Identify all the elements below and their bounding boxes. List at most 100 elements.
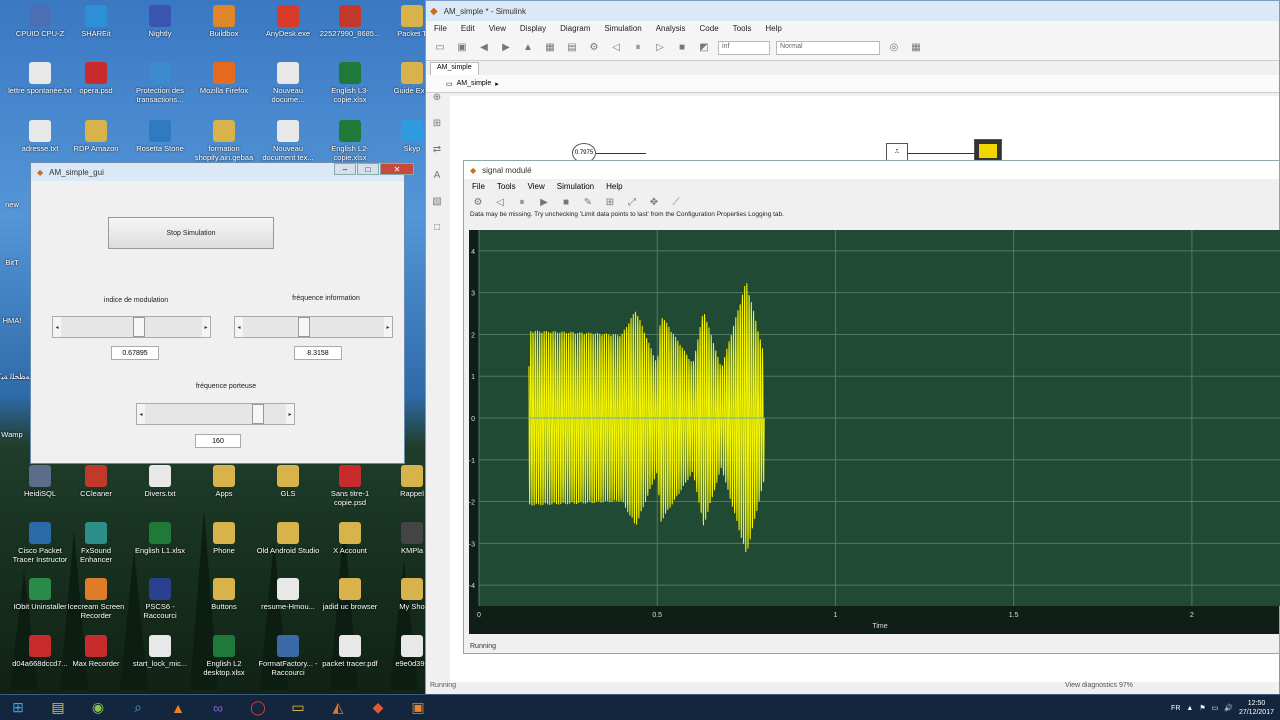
explorer-icon[interactable]: ▤: [40, 696, 76, 720]
desktop-icon[interactable]: CCleaner: [64, 465, 128, 498]
slider-thumb[interactable]: [298, 317, 311, 337]
arrow-icon[interactable]: ⇄: [429, 141, 445, 157]
language-indicator[interactable]: FR: [1171, 705, 1180, 712]
android-icon[interactable]: ◉: [80, 696, 116, 720]
menu-item-analysis[interactable]: Analysis: [656, 24, 686, 33]
menu-item-file[interactable]: File: [434, 24, 447, 33]
forward-icon[interactable]: ▶: [498, 40, 514, 56]
desktop-icon[interactable]: SHAREit: [64, 5, 128, 38]
desktop-icon[interactable]: Apps: [192, 465, 256, 498]
slider-right-icon[interactable]: ▸: [384, 317, 392, 337]
desktop-icon[interactable]: Icecream Screen Recorder: [64, 578, 128, 620]
menu-item-tools[interactable]: Tools: [733, 24, 752, 33]
save-icon[interactable]: ▣: [454, 40, 470, 56]
slider-left-icon[interactable]: ◂: [53, 317, 61, 337]
highlight-icon[interactable]: ✎: [580, 194, 596, 210]
desktop-icon[interactable]: Buildbox: [192, 5, 256, 38]
modulation-slider[interactable]: ◂ ▸: [52, 316, 211, 338]
info-frequency-slider[interactable]: ◂ ▸: [234, 316, 393, 338]
visual-studio-icon[interactable]: ∞: [200, 696, 236, 720]
desktop-icon[interactable]: Divers.txt: [128, 465, 192, 498]
info-frequency-value[interactable]: 8.3158: [294, 346, 342, 360]
pause-icon[interactable]: ⏸: [514, 194, 530, 210]
close-button[interactable]: ✕: [380, 163, 414, 175]
zoom-icon[interactable]: ⊞: [602, 194, 618, 210]
desktop-icon[interactable]: Nightly: [128, 5, 192, 38]
pulse-block[interactable]: ⎍: [886, 143, 908, 161]
view-diagnostics[interactable]: View diagnostics 97%: [1065, 682, 1133, 689]
breadcrumb-model[interactable]: AM_simple: [457, 80, 492, 87]
desktop-icon[interactable]: Rosetta Stone: [128, 120, 192, 153]
desktop-icon[interactable]: English L2-copie.xlsx: [318, 120, 382, 162]
scope-titlebar[interactable]: ◆ signal modulé: [464, 161, 1279, 179]
menu-item-help[interactable]: Help: [606, 182, 622, 191]
desktop-icon[interactable]: 22527990_8685...: [318, 5, 382, 38]
slider-thumb[interactable]: [133, 317, 146, 337]
minimize-button[interactable]: –: [334, 163, 356, 175]
desktop-icon[interactable]: English L1.xlsx: [128, 522, 192, 555]
desktop-icon[interactable]: lettre spontanée.txt: [8, 62, 72, 95]
desktop-icon[interactable]: d04a668dccd7...: [8, 635, 72, 668]
vlc2-icon[interactable]: ▣: [400, 696, 436, 720]
scope-plot[interactable]: 4 3 2 1 0 -1 -2 -3 -4 0 0.5 1 1.5 2 Time: [469, 230, 1280, 634]
menu-item-edit[interactable]: Edit: [461, 24, 475, 33]
clock[interactable]: 12:50 27/12/2017: [1239, 699, 1274, 717]
desktop-icon[interactable]: Cisco Packet Tracer Instructor: [8, 522, 72, 564]
menu-item-simulation[interactable]: Simulation: [604, 24, 641, 33]
desktop-icon[interactable]: RDP Amazon: [64, 120, 128, 153]
fit-view-icon[interactable]: ⊞: [429, 115, 445, 131]
carrier-frequency-value[interactable]: 160: [195, 434, 241, 448]
desktop-icon[interactable]: FxSound Enhancer: [64, 522, 128, 564]
grid-icon[interactable]: ▦: [908, 40, 924, 56]
cursor-icon[interactable]: ✥: [646, 194, 662, 210]
stop-time-input[interactable]: inf: [718, 40, 770, 55]
network-icon[interactable]: ▭: [1212, 704, 1219, 712]
desktop-icon[interactable]: X Account: [318, 522, 382, 555]
check-icon[interactable]: ◎: [886, 40, 902, 56]
step-back-icon[interactable]: ◁: [492, 194, 508, 210]
desktop-icon[interactable]: formation shopify.ain.gebaa: [192, 120, 256, 162]
up-icon[interactable]: ▲: [520, 40, 536, 56]
menu-item-display[interactable]: Display: [520, 24, 546, 33]
measure-icon[interactable]: ⟋: [668, 194, 684, 210]
annotation-icon[interactable]: A: [429, 167, 445, 183]
stop-icon[interactable]: ■: [674, 40, 690, 56]
settings-icon[interactable]: ⚙: [470, 194, 486, 210]
desktop-icon[interactable]: IObit Uninstaller: [8, 578, 72, 611]
slider-right-icon[interactable]: ▸: [202, 317, 210, 337]
search-icon[interactable]: ⌕: [120, 696, 156, 720]
slider-left-icon[interactable]: ◂: [235, 317, 243, 337]
step-forward-icon[interactable]: ▷: [652, 40, 668, 56]
desktop-icon[interactable]: jadid uc browser: [318, 578, 382, 611]
play-icon[interactable]: ▶: [536, 194, 552, 210]
tray-up-icon[interactable]: ▲: [1186, 705, 1193, 712]
menu-item-file[interactable]: File: [472, 182, 485, 191]
desktop-icon[interactable]: HeidiSQL: [8, 465, 72, 498]
volume-icon[interactable]: 🔊: [1224, 704, 1233, 712]
library-icon[interactable]: ▤: [564, 40, 580, 56]
desktop-icon[interactable]: PSCS6 - Raccourci: [128, 578, 192, 620]
record-icon[interactable]: ◩: [696, 40, 712, 56]
desktop-icon[interactable]: CPUID CPU-Z: [8, 5, 72, 38]
vlc-icon[interactable]: ▲: [160, 696, 196, 720]
simulink-titlebar[interactable]: ◆ AM_simple * - Simulink: [426, 1, 1279, 21]
desktop-icon[interactable]: packet tracer.pdf: [318, 635, 382, 668]
menu-item-view[interactable]: View: [528, 182, 545, 191]
stop-icon[interactable]: ■: [558, 194, 574, 210]
menu-item-help[interactable]: Help: [765, 24, 781, 33]
desktop-icon[interactable]: Buttons: [192, 578, 256, 611]
pause-icon[interactable]: ⏸: [630, 40, 646, 56]
step-back-icon[interactable]: ◁: [608, 40, 624, 56]
folder-icon[interactable]: ▭: [280, 696, 316, 720]
menu-item-simulation[interactable]: Simulation: [557, 182, 594, 191]
stop-simulation-button[interactable]: Stop Simulation: [108, 217, 274, 249]
desktop-icon[interactable]: adresse.txt: [8, 120, 72, 153]
desktop-icon[interactable]: resume-Hmou...: [256, 578, 320, 611]
area-icon[interactable]: □: [429, 219, 445, 235]
desktop-icon[interactable]: AnyDesk.exe: [256, 5, 320, 38]
maximize-button[interactable]: □: [357, 163, 379, 175]
slider-thumb[interactable]: [252, 404, 265, 424]
image-icon[interactable]: ▧: [429, 193, 445, 209]
desktop-icon[interactable]: English L2 desktop.xlsx: [192, 635, 256, 677]
modulation-value[interactable]: 0.67895: [111, 346, 159, 360]
